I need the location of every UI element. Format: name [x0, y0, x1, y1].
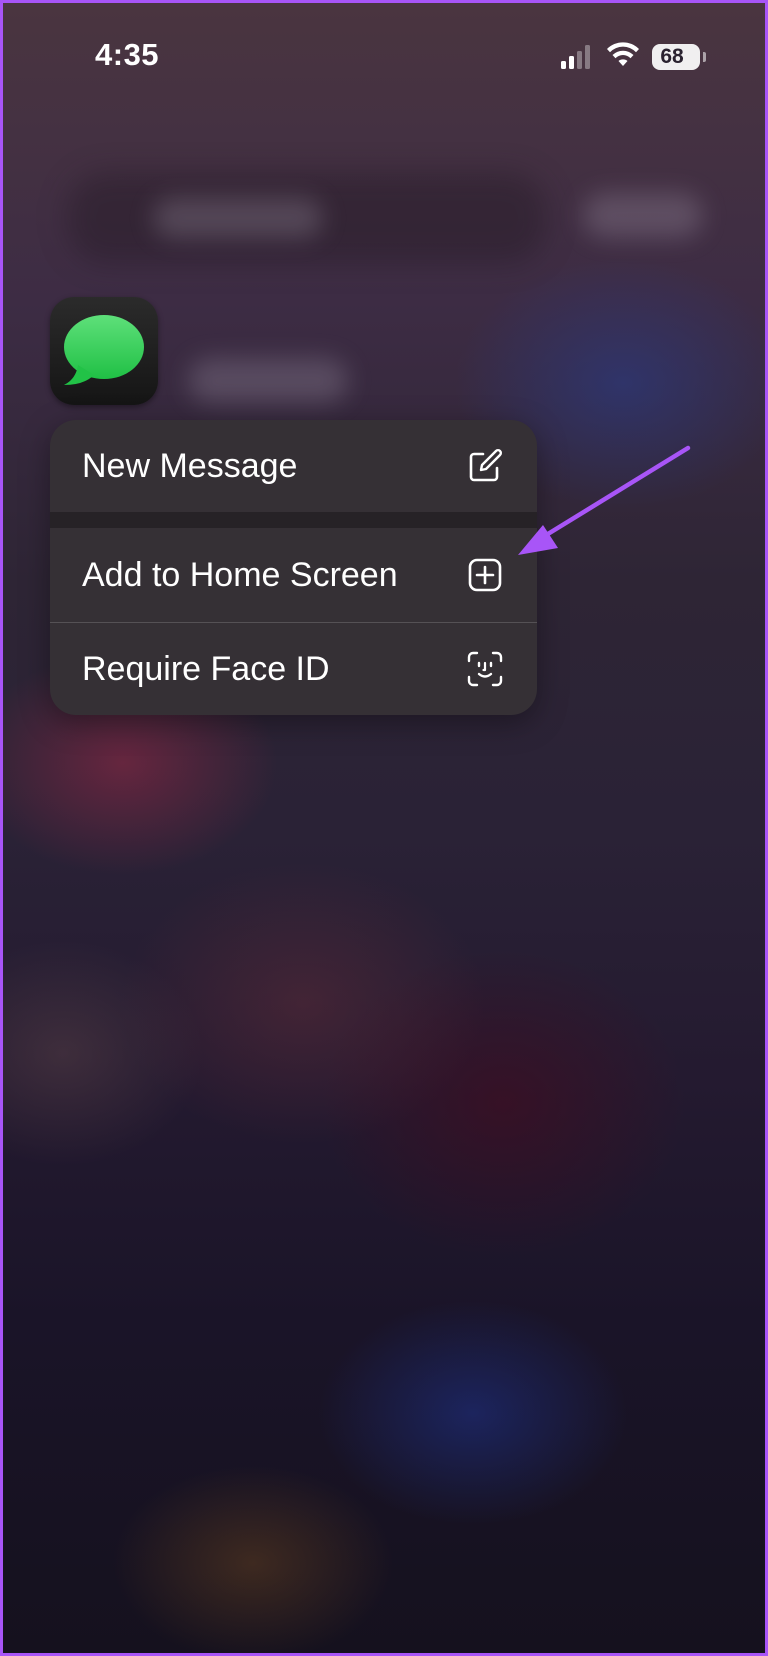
screenshot-frame: 4:35 68 New Message Add to Home Screen R… — [0, 0, 768, 1656]
annotation-arrow-icon — [518, 445, 691, 555]
